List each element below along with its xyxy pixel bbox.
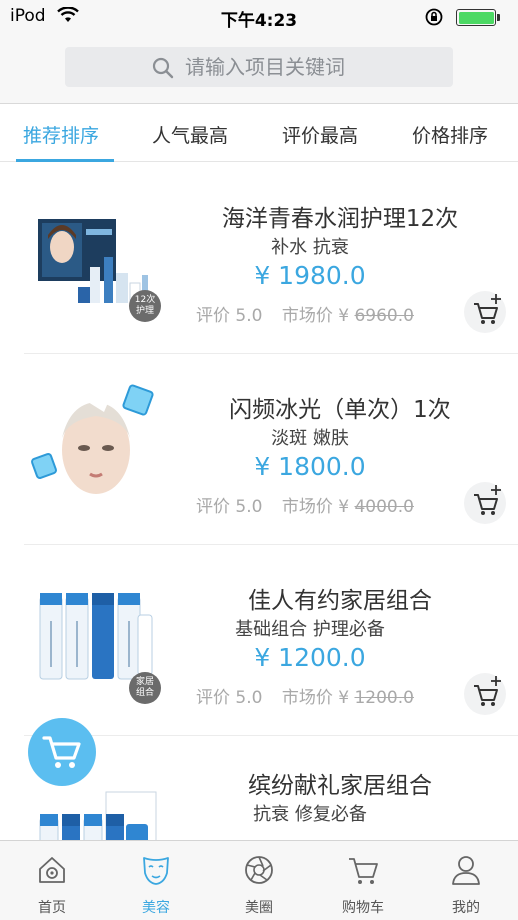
active-tab-indicator [16,159,114,162]
add-to-cart-button[interactable] [464,673,506,715]
tab-top-rated[interactable]: 评价最高 [282,121,358,148]
tab-label: 我的 [452,900,480,916]
battery-icon [456,9,496,26]
product-price: ¥ 1980.0 [254,261,366,290]
product-meta: 评价 5.0 市场价 ¥ 1200.0 [196,683,414,708]
tab-beauty[interactable]: 美容 [104,841,208,920]
product-rating: 评价 5.0 [196,688,263,708]
market-price-label: 市场价 ¥ [281,688,355,708]
rotation-lock-icon [424,7,444,31]
product-name: 缤纷献礼家居组合 [248,773,432,799]
search-box[interactable] [65,47,453,87]
market-price: 1200.0 [354,688,414,708]
bottom-tab-bar: 首页 美容 美圈 购物车 我的 [0,840,518,920]
tab-recommended-sort[interactable]: 推荐排序 [23,121,99,148]
badge-line: 组合 [135,688,154,698]
cart-icon [42,736,81,768]
search-input[interactable] [185,54,435,80]
product-card[interactable]: 闪频冰光（单次）1次 淡斑 嫩肤 ¥ 1800.0 评价 5.0 市场价 ¥ 4… [0,354,518,545]
product-name: 佳人有约家居组合 [248,588,432,614]
sort-tabs: 推荐排序 人气最高 评价最高 价格排序 [0,105,518,162]
face-mask-icon [143,857,169,885]
tab-home[interactable]: 首页 [0,841,104,920]
floating-cart-button[interactable] [28,718,96,786]
tab-label: 首页 [38,900,66,916]
home-icon [39,857,65,883]
badge-line: 护理 [135,306,154,316]
product-tags: 基础组合 护理必备 [235,619,385,640]
tab-popularity[interactable]: 人气最高 [152,121,228,148]
product-rating: 评价 5.0 [196,306,263,326]
cart-plus-icon [474,294,501,324]
search-icon [152,57,174,83]
product-price: ¥ 1200.0 [254,643,366,672]
product-image [30,376,162,518]
product-meta: 评价 5.0 市场价 ¥ 4000.0 [196,492,414,517]
cart-plus-icon [474,485,501,515]
market-price-label: 市场价 ¥ [281,306,355,326]
product-badge: 家居 组合 [129,672,161,704]
product-name: 海洋青春水润护理12次 [221,206,459,232]
product-rating: 评价 5.0 [196,497,263,517]
badge-line: 12次 [134,295,156,305]
aperture-icon [245,856,273,884]
add-to-cart-button[interactable] [464,482,506,524]
tab-circle[interactable]: 美圈 [207,841,311,920]
market-price: 4000.0 [354,497,414,517]
search-header [0,34,518,104]
cart-icon [349,858,378,884]
tab-label: 购物车 [342,900,384,916]
tab-price-sort[interactable]: 价格排序 [412,121,488,148]
tab-profile[interactable]: 我的 [414,841,518,920]
status-bar: iPod 下午4:23 [0,0,518,34]
add-to-cart-button[interactable] [464,291,506,333]
product-tags: 补水 抗衰 [271,237,349,258]
cart-plus-icon [474,676,501,706]
battery-tip [497,14,500,21]
product-tags: 淡斑 嫩肤 [271,428,349,449]
tab-shopping-cart[interactable]: 购物车 [311,841,415,920]
badge-line: 家居 [135,677,154,687]
profile-icon [452,856,480,885]
product-meta: 评价 5.0 市场价 ¥ 6960.0 [196,301,414,326]
product-card[interactable]: 家居 组合 佳人有约家居组合 基础组合 护理必备 ¥ 1200.0 评价 5.0… [0,545,518,736]
product-badge: 12次 护理 [129,290,161,322]
market-price: 6960.0 [354,306,414,326]
product-price: ¥ 1800.0 [254,452,366,481]
market-price-label: 市场价 ¥ [281,497,355,517]
product-card[interactable]: 12次 护理 海洋青春水润护理12次 补水 抗衰 ¥ 1980.0 评价 5.0… [0,163,518,354]
product-name: 闪频冰光（单次）1次 [229,397,451,423]
tab-label: 美容 [142,900,170,916]
tab-label: 美圈 [245,900,273,916]
battery-level [458,11,494,24]
product-tags: 抗衰 修复必备 [253,804,367,825]
